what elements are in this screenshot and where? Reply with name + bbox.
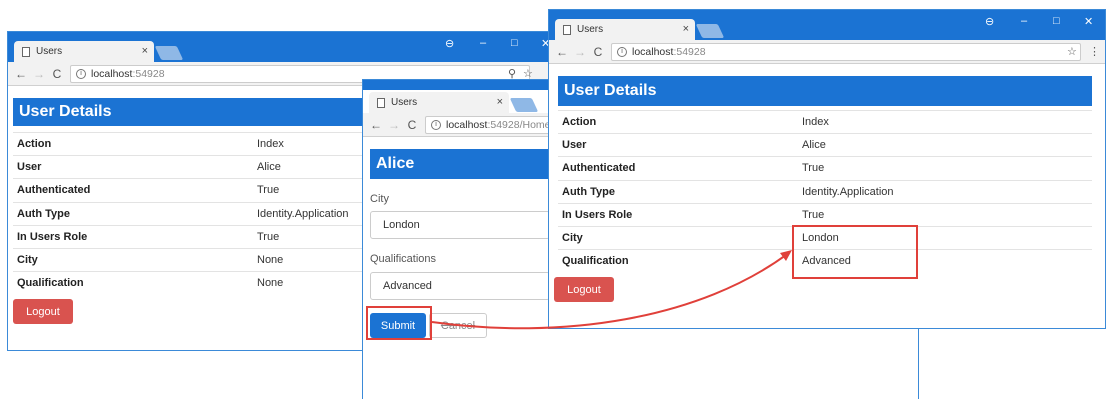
- submit-to-result-arrow: [431, 250, 792, 330]
